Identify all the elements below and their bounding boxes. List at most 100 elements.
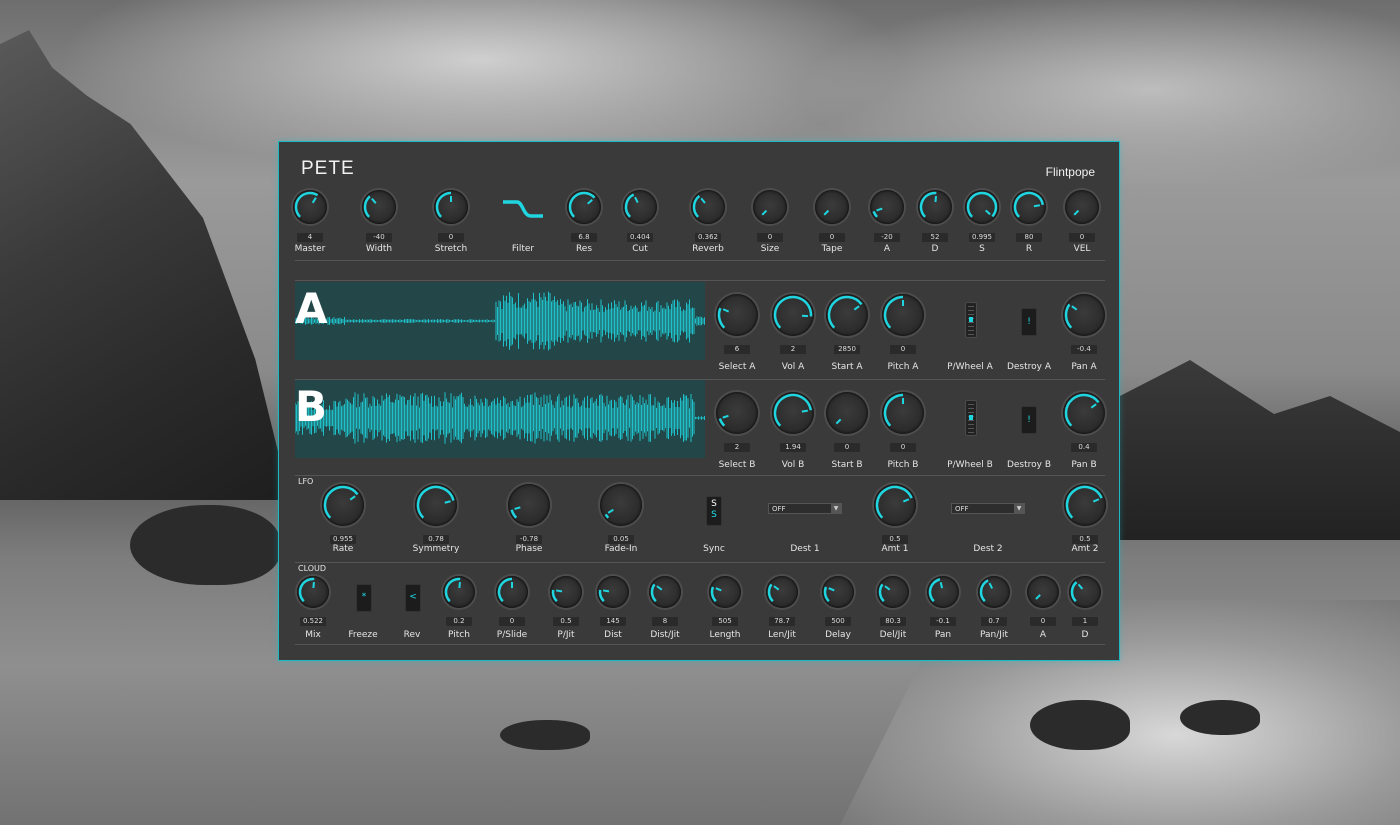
select-a-knob[interactable] (716, 294, 758, 336)
chevron-down-icon: ▼ (831, 504, 841, 513)
value-readout: 0 (890, 443, 916, 452)
len-jit-knob[interactable] (766, 576, 798, 608)
pitch-knob-group: 0.2 (429, 576, 489, 627)
pan-b-knob-group: 0.4 (1054, 392, 1114, 453)
p-jit-knob[interactable] (550, 576, 582, 608)
del-jit-knob[interactable] (877, 576, 909, 608)
mix-knob[interactable] (297, 576, 329, 608)
reverb-knob-group: 0.362 (678, 190, 738, 243)
stretch-knob-group: 0 (421, 190, 481, 243)
value-readout: 0 (1030, 617, 1056, 626)
dest-2-dropdown[interactable]: OFF ▼ (951, 503, 1025, 514)
exclamation-icon: ! (1027, 317, 1031, 327)
sync-toggle[interactable]: SS (706, 496, 722, 526)
divider (295, 562, 1105, 563)
freeze-toggle[interactable]: * (356, 584, 372, 612)
master-knob-group: 4 (280, 190, 340, 243)
pan-b-knob[interactable] (1063, 392, 1105, 434)
pan-knob[interactable] (927, 576, 959, 608)
res-knob-group: 6.8 (554, 190, 614, 243)
value-readout: 0.955 (329, 535, 357, 544)
pitch-b-knob[interactable] (882, 392, 924, 434)
r-knob[interactable] (1012, 190, 1046, 224)
osc-b-letter: B (295, 382, 328, 431)
rate-knob-group: 0.955 (313, 484, 373, 545)
vol-a-knob[interactable] (772, 294, 814, 336)
value-readout: 0.995 (968, 233, 996, 242)
destroy-toggle[interactable]: ! (1021, 406, 1037, 434)
symmetry-knob-group: 0.78 (406, 484, 466, 545)
master-knob[interactable] (293, 190, 327, 224)
waveform-display-a[interactable]: A (295, 282, 705, 360)
symmetry-knob[interactable] (415, 484, 457, 526)
pitch-wheel[interactable] (965, 400, 977, 436)
reverse-toggle[interactable]: < (405, 584, 421, 612)
value-readout: 6 (724, 345, 750, 354)
reverb-knob[interactable] (691, 190, 725, 224)
fade-in-label: Fade-In (604, 544, 638, 554)
length-knob[interactable] (709, 576, 741, 608)
d-knob[interactable] (918, 190, 952, 224)
dist-knob-group: 145 (583, 576, 643, 627)
phase-knob[interactable] (508, 484, 550, 526)
background-stone (130, 505, 280, 585)
dest-2-label: Dest 2 (973, 544, 1003, 554)
d-label: D (1081, 630, 1089, 640)
waveform-b (295, 392, 705, 444)
synth-plugin-window: PETE Flintpope 4 Master -40 Width 0 Stretch Fi… (278, 141, 1120, 661)
pitch-a-knob[interactable] (882, 294, 924, 336)
cut-knob[interactable] (623, 190, 657, 224)
asterisk-icon: * (361, 592, 367, 602)
size-knob[interactable] (753, 190, 787, 224)
amt-2-knob[interactable] (1064, 484, 1106, 526)
value-readout: 2 (780, 345, 806, 354)
amt-1-knob[interactable] (874, 484, 916, 526)
value-readout: 6.8 (571, 233, 597, 242)
width-knob[interactable] (362, 190, 396, 224)
filter-curve-icon[interactable] (501, 192, 545, 220)
value-readout: 0.78 (423, 535, 449, 544)
cloud-section-label: CLOUD (298, 564, 327, 573)
dest-1-dropdown[interactable]: OFF ▼ (768, 503, 842, 514)
pitch-knob[interactable] (443, 576, 475, 608)
pitch-a-knob-group: 0 (873, 294, 933, 355)
dist-knob[interactable] (597, 576, 629, 608)
mix-knob-group: 0.522 (283, 576, 343, 627)
stretch-knob[interactable] (434, 190, 468, 224)
length-knob-group: 505 (695, 576, 755, 627)
destroy-toggle[interactable]: ! (1021, 308, 1037, 336)
fade-in-knob[interactable] (600, 484, 642, 526)
pan-a-knob[interactable] (1063, 294, 1105, 336)
select-b-knob[interactable] (716, 392, 758, 434)
dist-jit-knob-group: 8 (635, 576, 695, 627)
dist-jit-knob[interactable] (649, 576, 681, 608)
vel-knob-group: 0 (1052, 190, 1112, 243)
value-readout: -0.1 (930, 617, 956, 626)
vel-knob[interactable] (1065, 190, 1099, 224)
tape-knob-group: 0 (802, 190, 862, 243)
d-knob[interactable] (1069, 576, 1101, 608)
start-a-knob[interactable] (826, 294, 868, 336)
exclamation-icon: ! (1027, 415, 1031, 425)
start-b-knob[interactable] (826, 392, 868, 434)
start-b-knob-group: 0 (817, 392, 877, 453)
s-knob[interactable] (965, 190, 999, 224)
delay-knob[interactable] (822, 576, 854, 608)
waveform-display-b[interactable]: B (295, 380, 705, 458)
rate-knob[interactable] (322, 484, 364, 526)
sync-icon: S (711, 510, 717, 520)
size-knob-group: 0 (740, 190, 800, 243)
pan-jit-knob[interactable] (978, 576, 1010, 608)
master-label: Master (294, 244, 326, 254)
value-readout: 0 (438, 233, 464, 242)
res-knob[interactable] (567, 190, 601, 224)
p-slide-knob[interactable] (496, 576, 528, 608)
pitch-wheel[interactable] (965, 302, 977, 338)
len-jit-knob-group: 78.7 (752, 576, 812, 627)
value-readout: 500 (825, 617, 851, 626)
vol-b-knob[interactable] (772, 392, 814, 434)
tape-knob[interactable] (815, 190, 849, 224)
divider (295, 475, 1105, 476)
a-knob[interactable] (870, 190, 904, 224)
background-stone (1180, 700, 1260, 735)
